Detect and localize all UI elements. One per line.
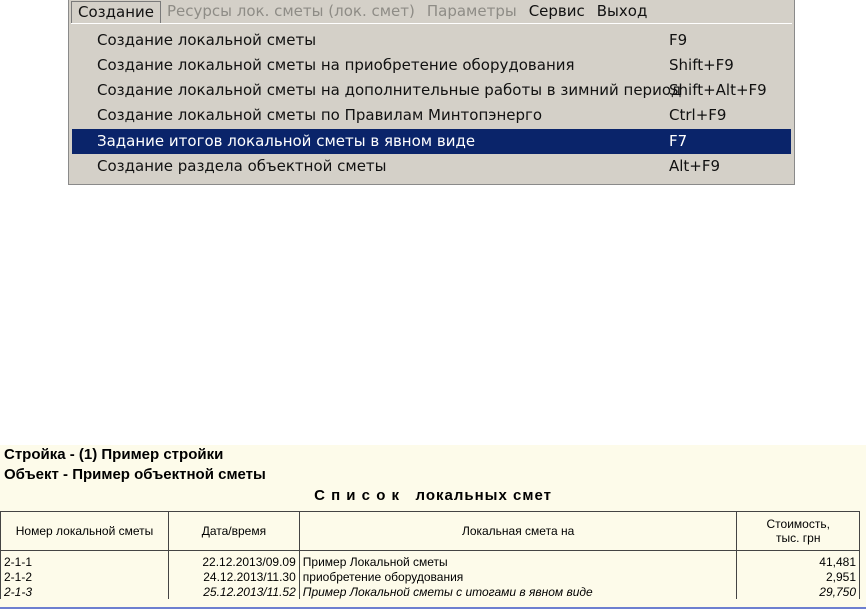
cell-number: 2-1-3	[0, 584, 170, 599]
menu-item-shortcut: Alt+F9	[669, 157, 721, 175]
cell-name: приобретение оборудования	[298, 569, 738, 584]
table-row: 2-1-2 24.12.2013/11.30 приобретение обор…	[0, 569, 860, 584]
column-header-date: Дата/время	[168, 511, 300, 551]
menu-item-label: Создание локальной сметы	[97, 31, 317, 49]
cell-cost: 2,951	[736, 569, 860, 584]
table-row: 2-1-1 22.12.2013/09.09 Пример Локальной …	[0, 550, 860, 569]
menu-vyhod[interactable]: Выход	[591, 1, 654, 22]
cell-cost: 41,481	[736, 550, 860, 569]
menu-resursy[interactable]: Ресурсы лок. сметы (лок. смет)	[161, 1, 421, 22]
menu-item-mintop-estimate[interactable]: Создание локальной сметы по Правилам Мин…	[72, 103, 791, 128]
estimate-report: Стройка - (1) Пример стройки Объект - Пр…	[0, 445, 866, 609]
cell-number: 2-1-2	[0, 569, 170, 584]
column-header-cost: Стоимость, тыс. грн	[736, 511, 860, 551]
menu-parametry[interactable]: Параметры	[421, 1, 523, 22]
report-construction-line: Стройка - (1) Пример стройки	[4, 446, 224, 463]
cell-name: Пример Локальной сметы с итогами в явном…	[298, 584, 738, 599]
menu-servis[interactable]: Сервис	[523, 1, 591, 22]
cell-date: 24.12.2013/11.30	[168, 569, 300, 584]
dropdown-menu: Создание локальной сметы F9 Создание лок…	[71, 23, 792, 181]
estimates-table: Номер локальной сметы Дата/время Локальн…	[0, 511, 860, 599]
cell-date: 25.12.2013/11.52	[168, 584, 300, 599]
column-header-number: Номер локальной сметы	[0, 511, 170, 551]
cell-date: 22.12.2013/09.09	[168, 550, 300, 569]
menu-item-shortcut: F7	[669, 132, 688, 150]
menu-item-label: Создание раздела объектной сметы	[97, 157, 387, 175]
menu-item-label: Задание итогов локальной сметы в явном в…	[97, 132, 476, 150]
report-object-line: Объект - Пример объектной сметы	[4, 466, 266, 483]
cell-number: 2-1-1	[0, 550, 170, 569]
menu-item-shortcut: Ctrl+F9	[669, 106, 727, 124]
menu-item-object-section[interactable]: Создание раздела объектной сметы Alt+F9	[72, 154, 791, 179]
menu-item-shortcut: Shift+F9	[669, 56, 734, 74]
menu-item-label: Создание локальной сметы на дополнительн…	[97, 81, 682, 99]
cell-cost: 29,750	[736, 584, 860, 599]
menu-item-winter-estimate[interactable]: Создание локальной сметы на дополнительн…	[72, 78, 791, 103]
column-header-name: Локальная смета на	[298, 511, 738, 551]
cell-name: Пример Локальной сметы	[298, 550, 738, 569]
menu-item-equipment-estimate[interactable]: Создание локальной сметы на приобретение…	[72, 53, 791, 78]
menu-item-shortcut: Shift+Alt+F9	[669, 81, 767, 99]
menubar: Создание Ресурсы лок. сметы (лок. смет) …	[69, 0, 794, 23]
table-header-row: Номер локальной сметы Дата/время Локальн…	[0, 511, 860, 551]
menu-item-local-estimate[interactable]: Создание локальной сметы F9	[72, 28, 791, 53]
menu-window: Создание Ресурсы лок. сметы (лок. смет) …	[68, 0, 795, 185]
table-row: 2-1-3 25.12.2013/11.52 Пример Локальной …	[0, 584, 860, 599]
report-title: С п и с о к локальных смет	[314, 487, 552, 504]
menu-item-label: Создание локальной сметы на приобретение…	[97, 56, 575, 74]
column-header-cost-line1: Стоимость,	[766, 517, 830, 531]
menu-item-shortcut: F9	[669, 31, 688, 49]
menu-item-label: Создание локальной сметы по Правилам Мин…	[97, 106, 543, 124]
menu-item-explicit-totals[interactable]: Задание итогов локальной сметы в явном в…	[72, 129, 791, 154]
menu-sozdanie[interactable]: Создание	[71, 0, 161, 23]
column-header-cost-line2: тыс. грн	[775, 531, 821, 545]
